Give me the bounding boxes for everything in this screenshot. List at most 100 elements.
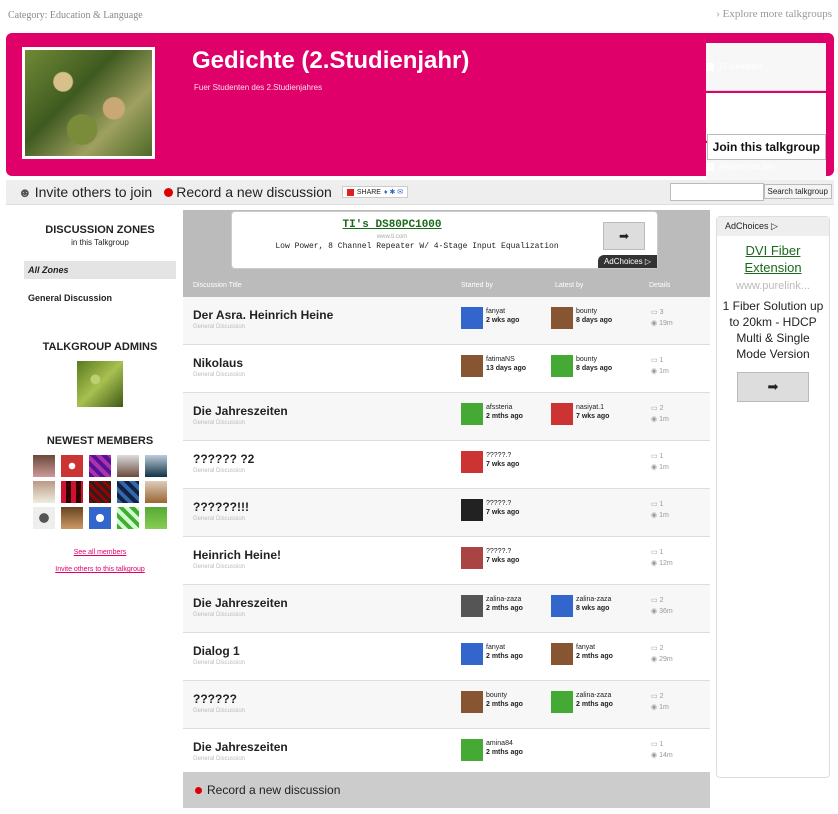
avatar[interactable] — [33, 455, 55, 477]
explore-talkgroups-link[interactable]: › Explore more talkgroups — [716, 8, 832, 20]
invite-others-link[interactable]: Invite others to this talkgroup — [24, 566, 176, 573]
record-footer-button[interactable]: Record a new discussion — [183, 772, 710, 808]
ad-go-button[interactable]: ➡ — [737, 372, 809, 402]
discussion-title[interactable]: Dialog 1 — [193, 644, 240, 658]
adchoices-label[interactable]: AdChoices ▷ — [597, 255, 657, 268]
avatar[interactable] — [461, 403, 483, 425]
top-ad[interactable]: TI's DS80PC1000 www.ti.com Low Power, 8 … — [231, 211, 658, 269]
discussion-title[interactable]: ?????? ?2 — [193, 452, 254, 466]
avatar[interactable] — [461, 451, 483, 473]
sidebar-ad[interactable]: AdChoices ▷ DVI Fiber Extension www.pure… — [716, 216, 830, 778]
avatar[interactable] — [89, 507, 111, 529]
user-cell[interactable]: fanyat 2 mths ago — [461, 643, 523, 665]
discussion-zone[interactable]: General Discussion — [193, 420, 245, 426]
avatar[interactable] — [33, 481, 55, 503]
discussion-title[interactable]: Die Jahreszeiten — [193, 404, 288, 418]
table-row[interactable]: Die Jahreszeiten General Discussion afss… — [183, 393, 710, 441]
discussion-zone[interactable]: General Discussion — [193, 324, 245, 330]
avatar[interactable] — [461, 739, 483, 761]
avatar[interactable] — [551, 691, 573, 713]
table-row[interactable]: ??????!!! General Discussion ?????.? 7 wk… — [183, 489, 710, 537]
discussion-zone[interactable]: General Discussion — [193, 660, 245, 666]
category-breadcrumb[interactable]: Category: Education & Language — [8, 10, 143, 21]
discussion-zone[interactable]: General Discussion — [193, 708, 245, 714]
user-cell[interactable]: amina84 2 mths ago — [461, 739, 523, 761]
discussion-zone[interactable]: General Discussion — [193, 372, 245, 378]
avatar[interactable] — [461, 643, 483, 665]
discussion-title[interactable]: ?????? — [193, 692, 237, 706]
avatar[interactable] — [89, 481, 111, 503]
join-talkgroup-button[interactable]: Join this talkgroup — [706, 134, 826, 160]
avatar[interactable] — [145, 455, 167, 477]
record-discussion-button[interactable]: Record a new discussion — [164, 184, 332, 200]
discussion-title[interactable]: Nikolaus — [193, 356, 243, 370]
table-row[interactable]: ?????? General Discussion bounty 2 mths a… — [183, 681, 710, 729]
avatar[interactable] — [61, 455, 83, 477]
avatar[interactable] — [551, 307, 573, 329]
user-cell[interactable]: fanyat 2 wks ago — [461, 307, 519, 329]
zone-all[interactable]: All Zones — [24, 261, 176, 279]
user-cell[interactable]: ?????.? 7 wks ago — [461, 451, 519, 473]
share-button[interactable]: SHARE ♦ ✱ ✉ — [341, 186, 409, 198]
invite-button[interactable]: ☻ Invite others to join — [18, 184, 152, 200]
avatar[interactable] — [145, 507, 167, 529]
avatar[interactable] — [551, 403, 573, 425]
table-row[interactable]: Der Asra. Heinrich Heine General Discuss… — [183, 297, 710, 345]
discussion-zone[interactable]: General Discussion — [193, 468, 245, 474]
discussion-title[interactable]: ??????!!! — [193, 500, 249, 514]
discussion-zone[interactable]: General Discussion — [193, 612, 245, 618]
discussion-zone[interactable]: General Discussion — [193, 756, 245, 762]
discussion-title[interactable]: Die Jahreszeiten — [193, 596, 288, 610]
discussion-title[interactable]: Die Jahreszeiten — [193, 740, 288, 754]
avatar[interactable] — [33, 507, 55, 529]
avatar[interactable] — [89, 455, 111, 477]
ad-go-button[interactable]: ➡ — [603, 222, 645, 250]
table-row[interactable]: Heinrich Heine! General Discussion ?????… — [183, 537, 710, 585]
search-input[interactable] — [670, 183, 764, 201]
avatar[interactable] — [461, 307, 483, 329]
user-cell[interactable]: zalina-zaza 2 mths ago — [551, 691, 613, 713]
avatar[interactable] — [551, 643, 573, 665]
avatar[interactable] — [461, 547, 483, 569]
avatar[interactable] — [551, 595, 573, 617]
avatar[interactable] — [61, 507, 83, 529]
avatar[interactable] — [117, 481, 139, 503]
avatar[interactable] — [461, 595, 483, 617]
comment-icon: ▭ — [651, 597, 658, 604]
table-row[interactable]: Dialog 1 General Discussion fanyat 2 mths… — [183, 633, 710, 681]
discussion-zone[interactable]: General Discussion — [193, 564, 245, 570]
user-cell[interactable]: bounty 8 days ago — [551, 307, 612, 329]
avatar[interactable] — [461, 499, 483, 521]
user-cell[interactable]: nasiyat.1 7 wks ago — [551, 403, 609, 425]
admin-avatar[interactable] — [77, 361, 123, 407]
user-cell[interactable]: zalina-zaza 2 mths ago — [461, 595, 523, 617]
user-cell[interactable]: ?????.? 7 wks ago — [461, 547, 519, 569]
user-cell[interactable]: fanyat 2 mths ago — [551, 643, 613, 665]
avatar[interactable] — [461, 355, 483, 377]
user-cell[interactable]: bounty 8 days ago — [551, 355, 612, 377]
avatar[interactable] — [117, 507, 139, 529]
discussion-title[interactable]: Der Asra. Heinrich Heine — [193, 308, 333, 322]
discussion-title[interactable]: Heinrich Heine! — [193, 548, 281, 562]
table-row[interactable]: Die Jahreszeiten General Discussion amin… — [183, 729, 710, 777]
table-row[interactable]: Die Jahreszeiten General Discussion zali… — [183, 585, 710, 633]
user-cell[interactable]: afssteria 2 mths ago — [461, 403, 523, 425]
table-row[interactable]: Nikolaus General Discussion fatimaNS 13 d… — [183, 345, 710, 393]
avatar[interactable] — [461, 691, 483, 713]
adchoices-label[interactable]: AdChoices ▷ — [717, 217, 829, 236]
user-cell[interactable]: fatimaNS 13 days ago — [461, 355, 526, 377]
user-cell[interactable]: zalina-zaza 8 wks ago — [551, 595, 611, 617]
ad-title[interactable]: TI's DS80PC1000 — [232, 219, 552, 231]
table-row[interactable]: ?????? ?2 General Discussion ?????.? 7 wk… — [183, 441, 710, 489]
search-talkgroup-button[interactable]: Search talkgroup — [763, 184, 832, 199]
user-cell[interactable]: bounty 2 mths ago — [461, 691, 523, 713]
avatar[interactable] — [61, 481, 83, 503]
ad-title[interactable]: DVI Fiber Extension — [717, 242, 829, 276]
avatar[interactable] — [551, 355, 573, 377]
avatar[interactable] — [117, 455, 139, 477]
user-cell[interactable]: ?????.? 7 wks ago — [461, 499, 519, 521]
avatar[interactable] — [145, 481, 167, 503]
see-all-members-link[interactable]: See all members — [24, 549, 176, 556]
zone-general[interactable]: General Discussion — [24, 289, 176, 307]
discussion-zone[interactable]: General Discussion — [193, 516, 245, 522]
